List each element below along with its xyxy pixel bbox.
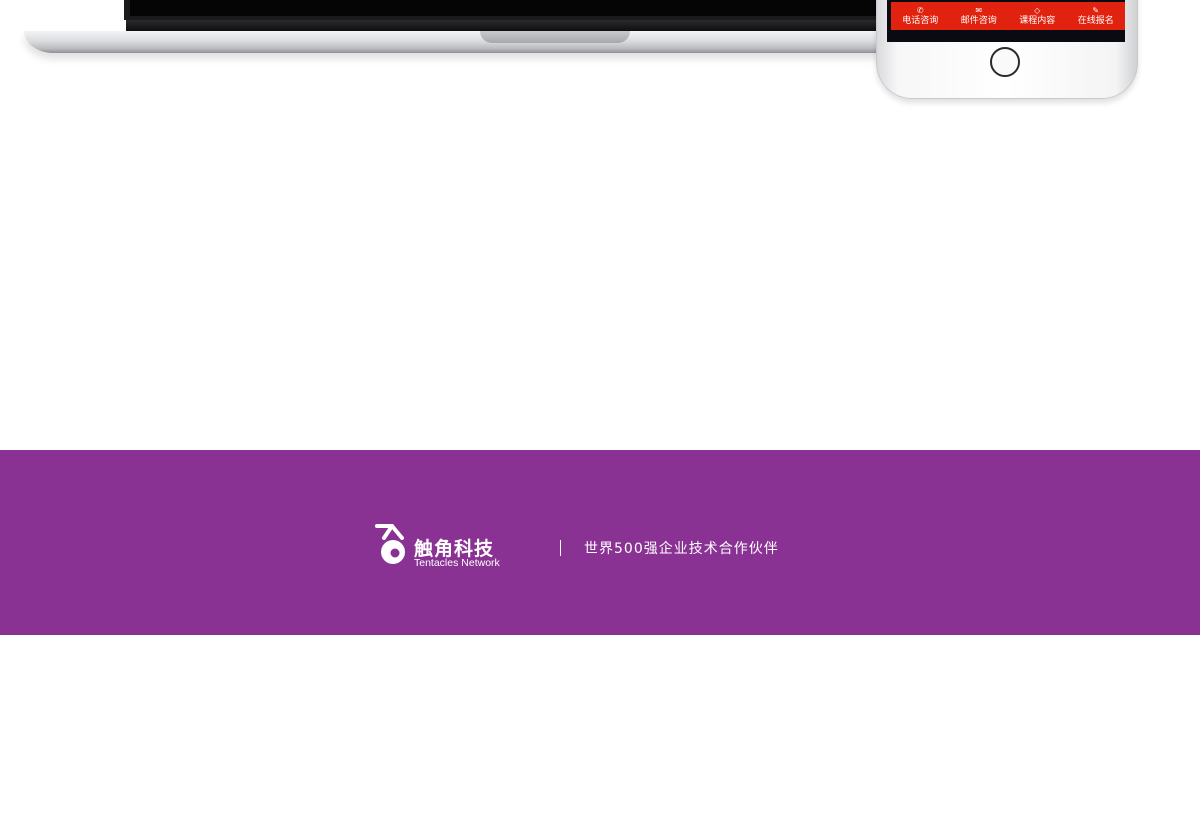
tentacles-logo-icon <box>375 524 405 564</box>
nav-tab-label: 在线报名 <box>1077 15 1114 26</box>
phone-bottom-nav: ✆ 电话咨询 ✉ 邮件咨询 ◇ 课程内容 ✎ 在线报名 <box>891 2 1125 30</box>
home-button[interactable] <box>990 47 1020 77</box>
phone-mockup: ✆ 电话咨询 ✉ 邮件咨询 ◇ 课程内容 ✎ 在线报名 <box>876 0 1138 99</box>
phone-screen: ✆ 电话咨询 ✉ 邮件咨询 ◇ 课程内容 ✎ 在线报名 <box>887 0 1125 42</box>
footer-divider <box>560 540 561 556</box>
nav-tab-course-content[interactable]: ◇ 课程内容 <box>1008 2 1067 30</box>
mail-icon: ✉ <box>975 5 983 15</box>
brand-logo-group[interactable]: 触角科技 Tentacles Network <box>374 524 524 570</box>
nav-tab-label: 邮件咨询 <box>960 15 997 26</box>
nav-tab-label: 电话咨询 <box>902 15 939 26</box>
laptop-notch <box>480 31 630 43</box>
brand-name-en: Tentacles Network <box>414 557 500 569</box>
footer-slogan: 世界500强企业技术合作伙伴 <box>584 541 779 557</box>
diamond-icon: ◇ <box>1034 5 1041 15</box>
phone-icon: ✆ <box>916 5 924 15</box>
nav-tab-online-signup[interactable]: ✎ 在线报名 <box>1067 2 1126 30</box>
laptop-base <box>24 31 904 53</box>
edit-icon: ✎ <box>1092 5 1100 15</box>
nav-tab-phone-consult[interactable]: ✆ 电话咨询 <box>891 2 950 30</box>
laptop-hinge <box>126 20 886 31</box>
nav-tab-mail-consult[interactable]: ✉ 邮件咨询 <box>950 2 1009 30</box>
laptop-screen <box>124 0 884 20</box>
nav-tab-label: 课程内容 <box>1019 15 1056 26</box>
